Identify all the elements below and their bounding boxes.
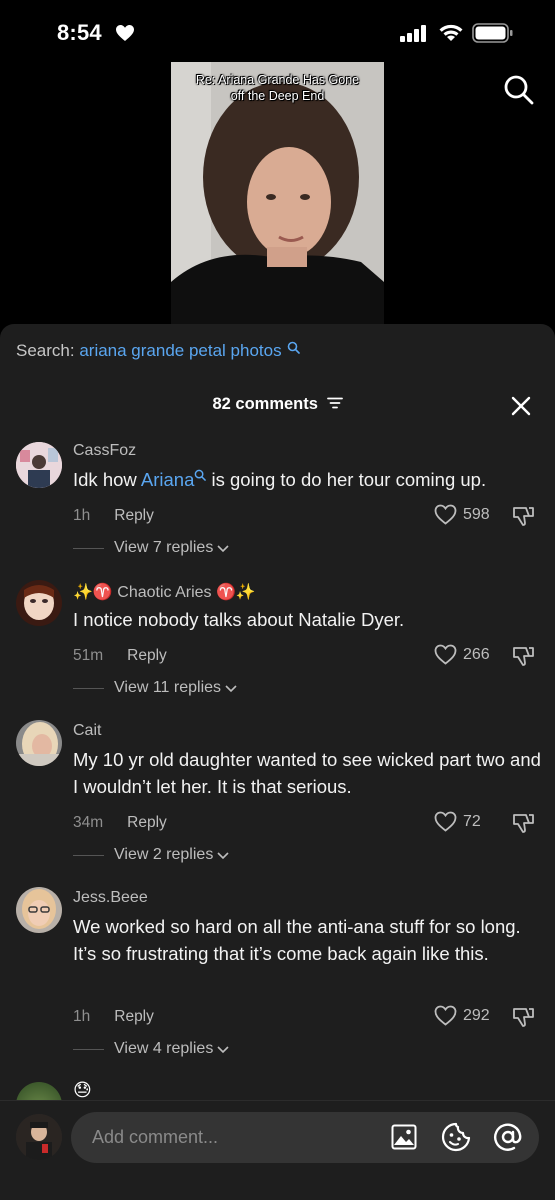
like-button[interactable]: 266	[434, 644, 490, 665]
comment-text-part: Idk how	[73, 469, 141, 490]
chevron-down-icon	[217, 852, 229, 860]
like-count: 292	[463, 1006, 490, 1024]
comment-meta: 51m Reply	[73, 647, 167, 665]
avatar-photo	[16, 720, 62, 766]
comment-time: 1h	[73, 507, 91, 524]
comment-text: We worked so hard on all the anti-ana st…	[73, 916, 521, 964]
comment-time: 51m	[73, 647, 104, 664]
avatar-photo	[16, 580, 62, 626]
comment-meta: 1h Reply	[73, 1008, 154, 1026]
video-caption-line-2: off the Deep End	[230, 89, 325, 103]
comment-text: Idk how Ariana is going to do her tour c…	[73, 466, 543, 493]
image-icon[interactable]	[391, 1124, 417, 1150]
view-replies-label: View 7 replies	[114, 539, 214, 556]
reply-button[interactable]: Reply	[114, 507, 154, 524]
view-replies-button[interactable]: View 2 replies	[73, 846, 229, 864]
heart-outline-icon	[434, 504, 457, 525]
comment-text: My 10 yr old daughter wanted to see wick…	[73, 749, 541, 797]
comment-time: 34m	[73, 814, 104, 831]
wifi-icon	[439, 24, 463, 41]
avatar[interactable]	[16, 580, 62, 626]
cellular-signal-icon	[400, 25, 426, 42]
video-caption-line-1: Re: Ariana Grande Has Gone	[195, 73, 360, 87]
like-count: 266	[463, 645, 490, 663]
dislike-icon[interactable]	[512, 645, 534, 667]
comment-text-part: is going to do her tour coming up.	[206, 469, 487, 490]
status-time: 8:54	[57, 20, 102, 45]
heart-outline-icon	[434, 1005, 457, 1026]
like-count: 72	[463, 812, 481, 830]
view-replies-label: View 2 replies	[114, 846, 214, 863]
video-thumbnail[interactable]: Re: Ariana Grande Has Gone off the Deep …	[171, 62, 384, 324]
replies-divider	[73, 854, 104, 856]
heart-outline-icon	[434, 811, 457, 832]
dislike-icon[interactable]	[512, 505, 534, 527]
avatar[interactable]	[16, 442, 62, 488]
avatar[interactable]	[16, 1114, 62, 1160]
replies-divider	[73, 547, 104, 549]
comment-text: I notice nobody talks about Natalie Dyer…	[73, 609, 405, 630]
avatar[interactable]	[16, 720, 62, 766]
chevron-down-icon	[225, 685, 237, 693]
comments-count: 82 comments	[212, 395, 318, 413]
comment-username[interactable]: Jess.Beee	[73, 889, 148, 907]
like-button[interactable]: 72	[434, 811, 481, 832]
comment-username[interactable]: CassFoz	[73, 442, 136, 460]
reply-button[interactable]: Reply	[127, 647, 167, 664]
reply-button[interactable]: Reply	[114, 1008, 154, 1025]
heart-outline-icon	[434, 644, 457, 665]
dislike-icon[interactable]	[512, 1006, 534, 1028]
like-count: 598	[463, 505, 490, 523]
comment-search-link[interactable]: Ariana	[141, 469, 194, 490]
avatar-photo	[16, 1114, 62, 1160]
search-suggestion-query[interactable]: ariana grande petal photos	[79, 341, 281, 360]
comment-username[interactable]: ✨♈️ Chaotic Aries ♈️✨	[73, 582, 256, 602]
heart-status-icon	[116, 25, 134, 41]
view-replies-label: View 11 replies	[114, 679, 222, 696]
search-icon[interactable]	[503, 74, 535, 106]
comment-input-placeholder: Add comment...	[92, 1127, 219, 1147]
status-bar: 8:54	[0, 0, 555, 66]
view-replies-button[interactable]: View 11 replies	[73, 679, 237, 697]
comments-header: 82 comments	[0, 395, 555, 414]
close-icon[interactable]	[510, 395, 532, 417]
battery-icon	[472, 23, 513, 43]
avatar[interactable]	[16, 887, 62, 933]
replies-divider	[73, 1048, 104, 1050]
view-replies-button[interactable]: View 4 replies	[73, 1040, 229, 1058]
chevron-down-icon	[217, 1046, 229, 1054]
like-button[interactable]: 598	[434, 504, 490, 525]
comment-username[interactable]: Cait	[73, 722, 101, 740]
comment-meta: 34m Reply	[73, 814, 167, 832]
comment-time: 1h	[73, 1008, 91, 1025]
avatar-photo	[16, 442, 62, 488]
view-replies-button[interactable]: View 7 replies	[73, 539, 229, 557]
emoji-icon[interactable]	[441, 1122, 471, 1152]
mention-icon[interactable]	[493, 1122, 523, 1152]
like-button[interactable]: 292	[434, 1005, 490, 1026]
search-suggestion-prefix: Search:	[16, 341, 75, 360]
replies-divider	[73, 687, 104, 689]
view-replies-label: View 4 replies	[114, 1040, 214, 1057]
comment-meta: 1h Reply	[73, 507, 154, 525]
search-link-icon	[288, 341, 301, 354]
search-suggestion[interactable]: Search: ariana grande petal photos	[16, 341, 301, 361]
comment-text: 😓	[73, 1080, 92, 1100]
chevron-down-icon	[217, 545, 229, 553]
search-link-icon	[195, 469, 207, 481]
sort-filter-icon[interactable]	[326, 397, 343, 409]
avatar-photo	[16, 887, 62, 933]
dislike-icon[interactable]	[512, 812, 534, 834]
avatar[interactable]	[16, 1082, 62, 1100]
video-caption: Re: Ariana Grande Has Gone off the Deep …	[171, 72, 384, 104]
reply-button[interactable]: Reply	[127, 814, 167, 831]
